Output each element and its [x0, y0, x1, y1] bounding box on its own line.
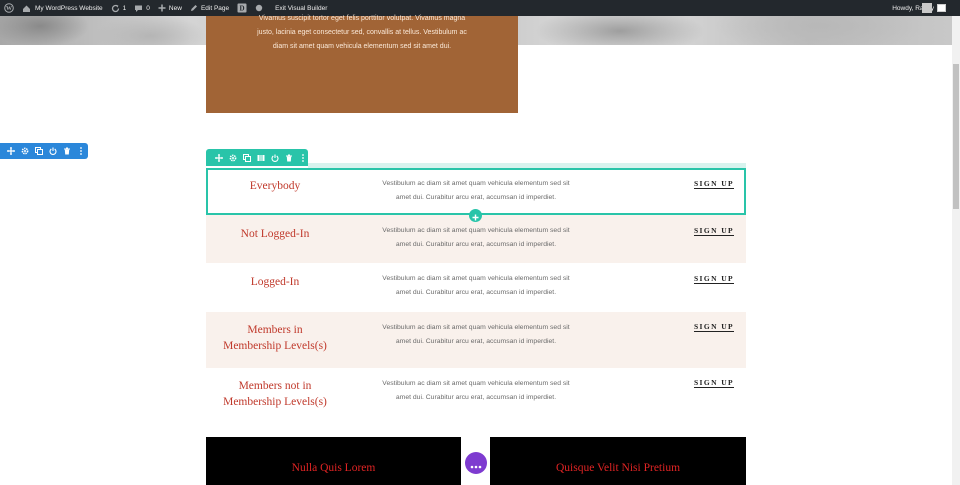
trash-icon[interactable] [284, 153, 294, 163]
site-name: My WordPress Website [35, 4, 103, 12]
move-icon[interactable] [6, 147, 15, 156]
updates-count: 1 [122, 4, 127, 12]
bottom-panel-right [490, 437, 746, 485]
pricing-row-members-not-in: Members not in Membership Levels(s) Vest… [206, 368, 746, 424]
row-description-line2: amet dui. Curabitur arcu erat, accumsan … [395, 338, 557, 345]
row-description: Vestibulum ac diam sit amet quam vehicul… [352, 377, 600, 405]
row-description-line1: Vestibulum ac diam sit amet quam vehicul… [382, 227, 570, 234]
row-title-line2: Membership Levels(s) [223, 396, 327, 408]
page-scrollbar[interactable] [952, 16, 960, 485]
hero-text-box: Vivamus suscipit tortor eget felis portt… [206, 15, 518, 113]
pricing-row-members-in: Members in Membership Levels(s) Vestibul… [206, 312, 746, 368]
bottom-panel-left-title: Nulla Quis Lorem [291, 462, 376, 474]
sign-up-button[interactable]: SIGN UP [694, 322, 734, 331]
trash-icon[interactable] [62, 147, 71, 156]
home-icon [22, 4, 31, 13]
edit-page-link[interactable]: Edit Page [186, 0, 233, 16]
comments-count: 0 [146, 4, 150, 12]
hero-text-line2: justo, lacinia eget consectetur sed, con… [257, 29, 467, 36]
row-title: Members not in Membership Levels(s) [206, 378, 344, 410]
avatar[interactable] [922, 3, 932, 13]
hero-text-line3: diam sit amet quam vehicula elementum se… [272, 43, 452, 50]
circle-icon [255, 4, 263, 12]
row-description: Vestibulum ac diam sit amet quam vehicul… [352, 272, 600, 300]
row-toolbar [206, 149, 308, 166]
kebab-icon[interactable] [298, 153, 308, 163]
row-title: Not Logged-In [206, 226, 344, 242]
plus-icon [472, 206, 479, 225]
wordpress-icon: W [4, 3, 14, 13]
updates-icon [111, 4, 120, 13]
row-title: Members in Membership Levels(s) [206, 322, 344, 354]
bottom-panel-right-title: Quisque Velit Nisi Pretium [555, 462, 681, 474]
move-icon[interactable] [214, 153, 224, 163]
bottom-panel-left [206, 437, 461, 485]
row-title-line1: Members in [247, 324, 303, 336]
more-dots-icon [470, 454, 482, 473]
comment-icon [134, 4, 143, 13]
power-icon[interactable] [48, 147, 57, 156]
duplicate-icon[interactable] [242, 153, 252, 163]
sign-up-button[interactable]: SIGN UP [694, 378, 734, 387]
hero-text-line1: Vivamus suscipit tortor eget felis portt… [258, 15, 466, 22]
plus-icon [158, 4, 166, 12]
section-toolbar [0, 143, 88, 159]
comments-link[interactable]: 0 [130, 0, 154, 16]
sign-up-button[interactable]: SIGN UP [694, 274, 734, 283]
kebab-icon[interactable] [76, 147, 85, 156]
row-description-line1: Vestibulum ac diam sit amet quam vehicul… [382, 380, 570, 387]
row-title-line1: Members not in [238, 380, 312, 392]
row-description: Vestibulum ac diam sit amet quam vehicul… [352, 321, 600, 349]
row-description-line2: amet dui. Curabitur arcu erat, accumsan … [395, 241, 557, 248]
row-description: Vestibulum ac diam sit amet quam vehicul… [352, 224, 600, 252]
add-row-button[interactable] [469, 209, 482, 222]
row-title: Logged-In [206, 274, 344, 290]
new-content-link[interactable]: New [154, 0, 186, 16]
gear-icon[interactable] [20, 147, 29, 156]
row-title-line1: Not Logged-In [240, 228, 310, 240]
gear-icon[interactable] [228, 153, 238, 163]
fullscreen-icon[interactable] [937, 4, 946, 12]
columns-icon[interactable] [256, 153, 266, 163]
new-label: New [168, 4, 182, 12]
duplicate-icon[interactable] [34, 147, 43, 156]
row-description-line1: Vestibulum ac diam sit amet quam vehicul… [382, 275, 570, 282]
sign-up-button[interactable]: SIGN UP [694, 226, 734, 235]
pencil-icon [190, 4, 198, 12]
edit-page-label: Edit Page [200, 4, 230, 12]
row-description-line2: amet dui. Curabitur arcu erat, accumsan … [395, 289, 557, 296]
updates-link[interactable]: 1 [107, 0, 131, 16]
scrollbar-thumb[interactable] [953, 64, 959, 209]
page-settings-button[interactable] [465, 452, 487, 474]
pricing-row-logged-in: Logged-In Vestibulum ac diam sit amet qu… [206, 263, 746, 312]
exit-visual-builder-label: Exit Visual Builder [275, 4, 328, 12]
wordpress-menu[interactable]: W [0, 0, 18, 16]
row-title-line2: Membership Levels(s) [223, 340, 327, 352]
svg-text:W: W [6, 6, 12, 12]
site-name-link[interactable]: My WordPress Website [18, 0, 107, 16]
row-title-line1: Logged-In [250, 276, 300, 288]
power-icon[interactable] [270, 153, 280, 163]
row-description-line1: Vestibulum ac diam sit amet quam vehicul… [382, 324, 570, 331]
row-description-line2: amet dui. Curabitur arcu erat, accumsan … [395, 394, 557, 401]
